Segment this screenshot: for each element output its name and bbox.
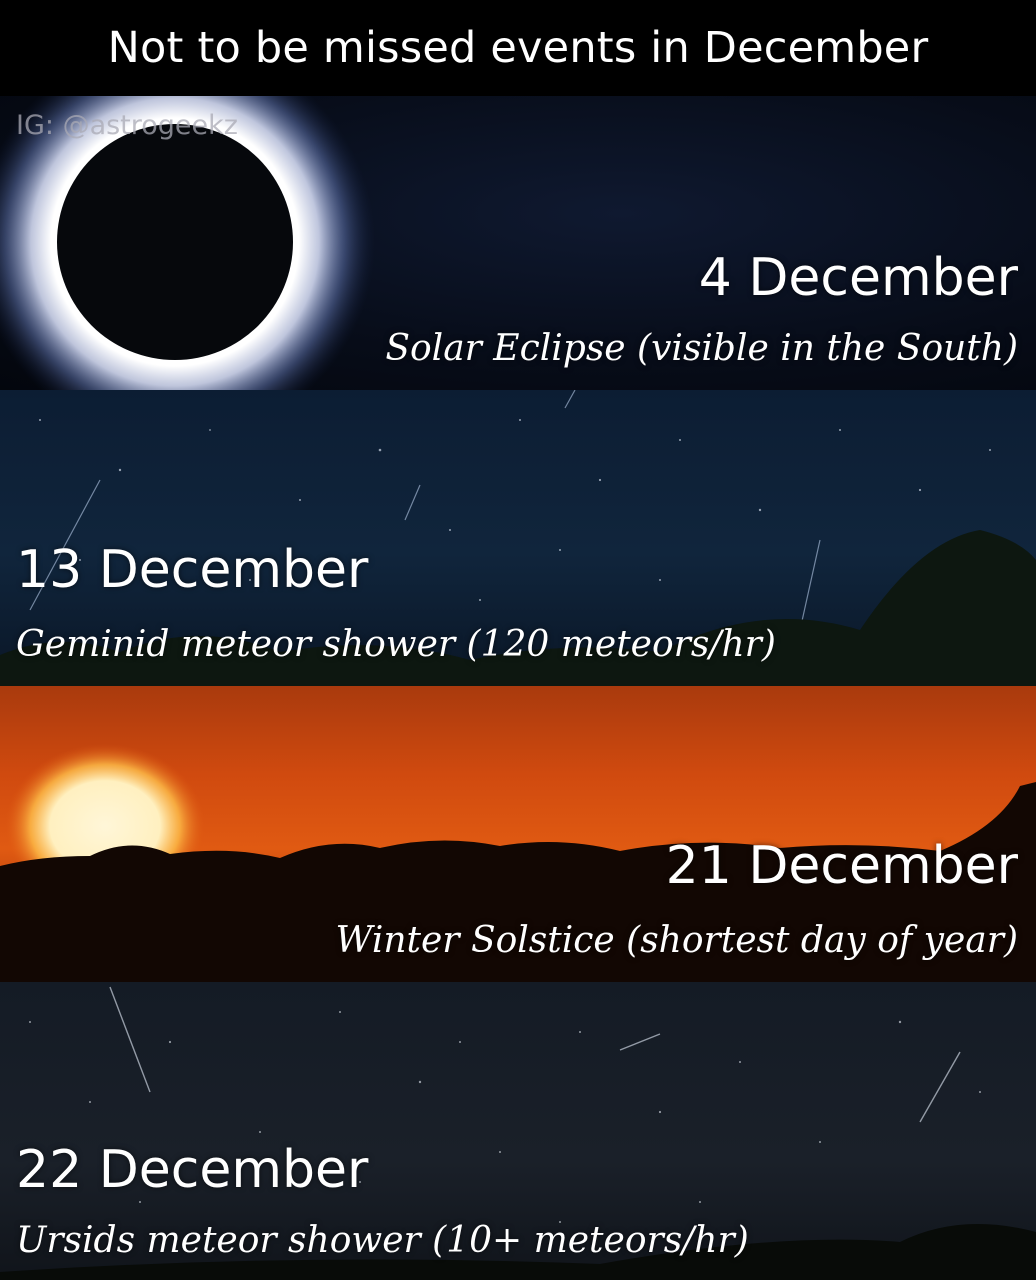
event-panel-ursids: 22 December Ursids meteor shower (10+ me… (0, 982, 1036, 1280)
event-date: 22 December (16, 1140, 369, 1200)
event-description: Solar Eclipse (visible in the South) (385, 328, 1018, 369)
page-title: Not to be missed events in December (0, 0, 1036, 96)
event-description: Geminid meteor shower (120 meteors/hr) (16, 624, 776, 665)
event-date: 21 December (665, 836, 1018, 896)
event-date: 4 December (698, 248, 1018, 308)
event-panel-geminids: 13 December Geminid meteor shower (120 m… (0, 390, 1036, 686)
event-panel-solstice: 21 December Winter Solstice (shortest da… (0, 686, 1036, 982)
event-description: Winter Solstice (shortest day of year) (335, 920, 1018, 961)
event-description: Ursids meteor shower (10+ meteors/hr) (16, 1220, 749, 1261)
event-date: 13 December (16, 540, 369, 600)
watermark-handle: IG: @astrogeekz (16, 110, 238, 141)
